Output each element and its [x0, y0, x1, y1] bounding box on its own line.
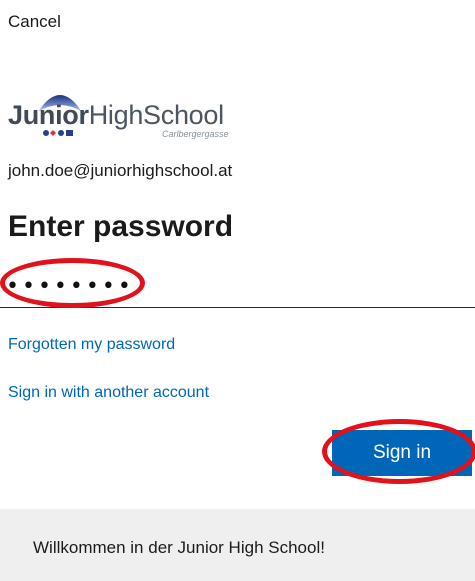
school-logo: JuniorHighSchool Carlbergergasse [8, 84, 244, 140]
account-email: john.doe@juniorhighschool.at [8, 161, 233, 180]
welcome-text: Willkommen in der Junior High School! [33, 538, 325, 557]
sign-in-page: Cancel JuniorHighSchool Carlbergergasse … [0, 0, 475, 581]
logo-figures-icon [43, 130, 73, 136]
welcome-banner: Willkommen in der Junior High School! [0, 509, 475, 581]
logo-subtitle: Carlbergergasse [162, 129, 229, 139]
forgot-password-link[interactable]: Forgotten my password [8, 336, 175, 354]
logo-wordmark: JuniorHighSchool [8, 100, 224, 130]
cancel-link[interactable]: Cancel [8, 12, 61, 32]
sign-in-other-account-link[interactable]: Sign in with another account [8, 384, 209, 402]
page-title: Enter password [8, 210, 234, 243]
sign-in-button[interactable]: Sign in [332, 430, 472, 476]
password-input[interactable] [0, 266, 475, 308]
password-field-wrapper [0, 258, 475, 312]
